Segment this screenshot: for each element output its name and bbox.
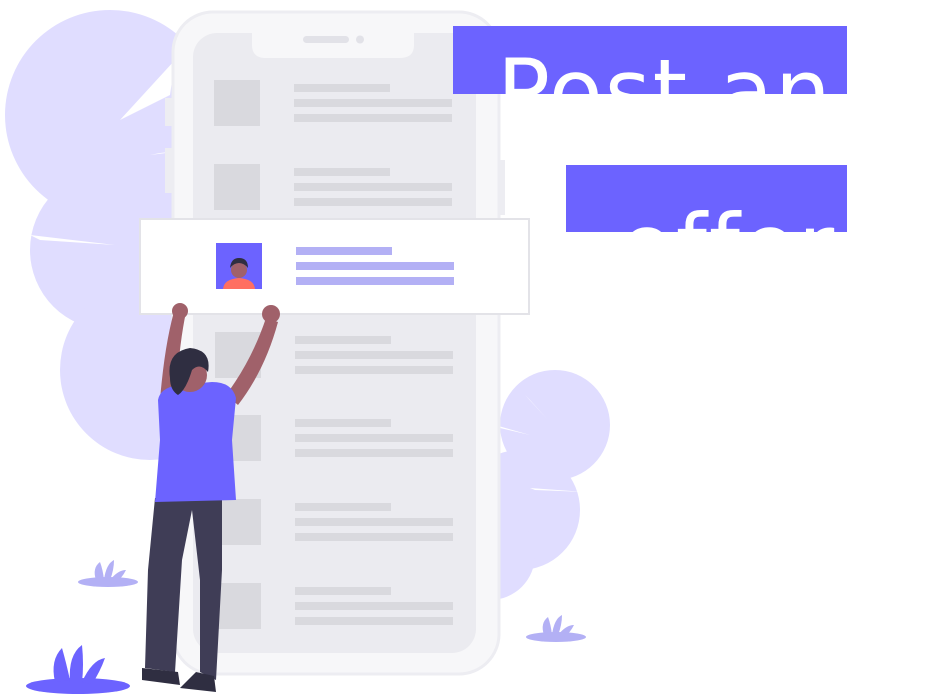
camera-icon [356,35,364,44]
headline-line-1: Post an [497,40,833,95]
avatar [216,243,262,289]
headline-line-2-box: offer [566,165,847,232]
highlighted-offer-card [139,218,530,315]
headline-line-2: offer [620,203,836,233]
illustration [5,10,610,694]
speaker-icon [303,36,349,43]
headline-line-1-box: Post an [453,26,847,94]
